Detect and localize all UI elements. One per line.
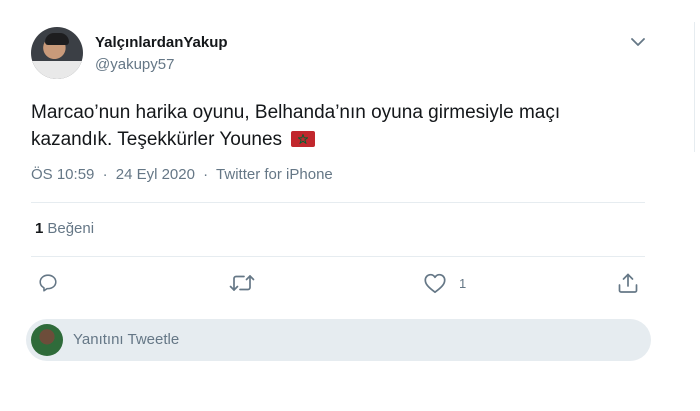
author-name[interactable]: YalçınlardanYakup — [95, 34, 228, 51]
tweet-text: Marcao’nun harika oyunu, Belhanda’nın oy… — [31, 99, 631, 153]
avatar-shirt — [31, 61, 83, 79]
tweet-source[interactable]: Twitter for iPhone — [216, 166, 333, 183]
share-button[interactable] — [617, 271, 639, 295]
divider-top — [31, 202, 645, 203]
reply-composer[interactable]: Yanıtını Tweetle — [26, 319, 651, 361]
tweet-time[interactable]: ÖS 10:59 — [31, 166, 94, 183]
tweet-card: YalçınlardanYakup @yakupy57 Marcao’nun h… — [0, 0, 670, 411]
tweet-text-line-2-content: kazandık. Teşekkürler Younes — [31, 129, 283, 150]
user-avatar — [31, 324, 63, 356]
retweet-button[interactable] — [229, 271, 255, 295]
author-avatar[interactable] — [31, 27, 83, 79]
reply-icon — [37, 272, 59, 294]
reply-button[interactable] — [37, 271, 59, 295]
retweet-icon — [229, 272, 255, 294]
divider-bottom — [31, 256, 645, 257]
likes-count: 1 — [35, 220, 44, 237]
tweet-text-line-1: Marcao’nun harika oyunu, Belhanda’nın oy… — [31, 102, 561, 123]
avatar-hair — [45, 33, 69, 45]
reply-placeholder[interactable]: Yanıtını Tweetle — [73, 331, 179, 348]
meta-separator: · — [102, 166, 108, 183]
more-options-chevron-icon[interactable] — [628, 32, 648, 52]
tweet-date[interactable]: 24 Eyl 2020 — [116, 166, 195, 183]
like-count: 1 — [459, 275, 467, 291]
tweet-metadata: ÖS 10:59 · 24 Eyl 2020 · Twitter for iPh… — [31, 166, 333, 183]
likes-summary[interactable]: 1 Beğeni — [35, 220, 94, 237]
meta-separator: · — [203, 166, 209, 183]
column-divider — [694, 22, 695, 152]
heart-icon — [423, 272, 447, 294]
likes-label: Beğeni — [47, 220, 95, 237]
moroccan-flag-icon — [291, 131, 316, 147]
author-handle[interactable]: @yakupy57 — [95, 56, 174, 73]
like-button[interactable]: 1 — [423, 271, 466, 295]
tweet-text-line-2: kazandık. Teşekkürler Younes — [31, 126, 631, 153]
share-icon — [617, 272, 639, 294]
